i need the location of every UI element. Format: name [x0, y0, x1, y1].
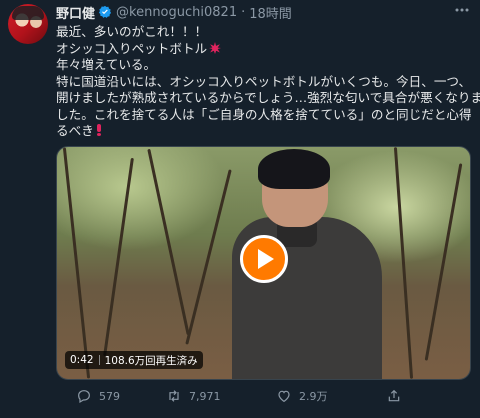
author-name[interactable]: 野口健	[56, 3, 95, 22]
anger-symbol-icon	[209, 41, 222, 54]
badge-divider	[98, 355, 100, 365]
text-line: 開けましたが熟成されているからでしょう…強烈な匂いで具合が悪くなりま	[56, 90, 480, 105]
like-button[interactable]: 2.9万	[276, 388, 328, 404]
tweet-actions: 579 7,971 2.9万	[56, 388, 468, 408]
tweet-text: 最近、多いのがこれ！！！ オシッコ入りペットボトル 年々増えている。 特に国道沿…	[56, 24, 480, 140]
more-dots-icon[interactable]	[454, 2, 470, 22]
retweet-icon	[169, 390, 179, 402]
author-handle[interactable]: @kennoguchi0821	[116, 5, 237, 20]
share-button[interactable]	[386, 388, 409, 404]
text-line: した。これを捨てる人は「ご自身の人格を捨てている」のと同じだと心得	[56, 106, 472, 122]
text-line: 年々増えている。	[56, 57, 157, 72]
tree-trunk	[62, 147, 91, 379]
separator-dot: ·	[241, 4, 246, 20]
video-player[interactable]: 0:42 108.6万回再生済み	[56, 146, 471, 380]
retweet-button[interactable]: 7,971	[166, 388, 221, 404]
play-icon	[258, 249, 274, 269]
share-icon	[388, 389, 400, 402]
like-count: 2.9万	[299, 390, 328, 403]
tweet-header: 野口健 @kennoguchi0821 · 18時間	[56, 2, 292, 22]
retweet-count: 7,971	[189, 389, 221, 403]
tree-trunk	[103, 157, 134, 357]
text-line: オシッコ入りペットボトル	[56, 41, 468, 58]
person-hair	[258, 149, 330, 189]
video-views: 108.6万回再生済み	[104, 354, 198, 367]
video-badge: 0:42 108.6万回再生済み	[65, 351, 203, 369]
exclamation-icon	[96, 124, 102, 136]
reply-count: 579	[99, 389, 120, 403]
avatar[interactable]	[8, 4, 48, 44]
post-time[interactable]: 18時間	[249, 3, 292, 22]
text-line: 特に国道沿いには、オシッコ入りペットボトルがいくつも。今日、一つ、	[56, 73, 472, 89]
heart-icon	[278, 390, 290, 403]
tweet: 野口健 @kennoguchi0821 · 18時間 最近、多いのがこれ！！！ …	[0, 0, 480, 418]
text-line-content: るべき	[56, 123, 94, 138]
video-duration: 0:42	[70, 354, 94, 366]
play-button[interactable]	[240, 235, 288, 283]
verified-badge-icon	[98, 5, 112, 18]
text-line: るべき	[56, 123, 468, 140]
tree-trunk	[424, 163, 463, 361]
tree-trunk	[185, 169, 232, 345]
text-line-content: オシッコ入りペットボトル	[56, 40, 208, 56]
tree-trunk	[147, 148, 190, 336]
text-line: 最近、多いのがこれ！！！	[56, 24, 208, 39]
tree-trunk	[393, 147, 414, 379]
reply-button[interactable]: 579	[76, 388, 120, 404]
reply-icon	[78, 390, 90, 404]
